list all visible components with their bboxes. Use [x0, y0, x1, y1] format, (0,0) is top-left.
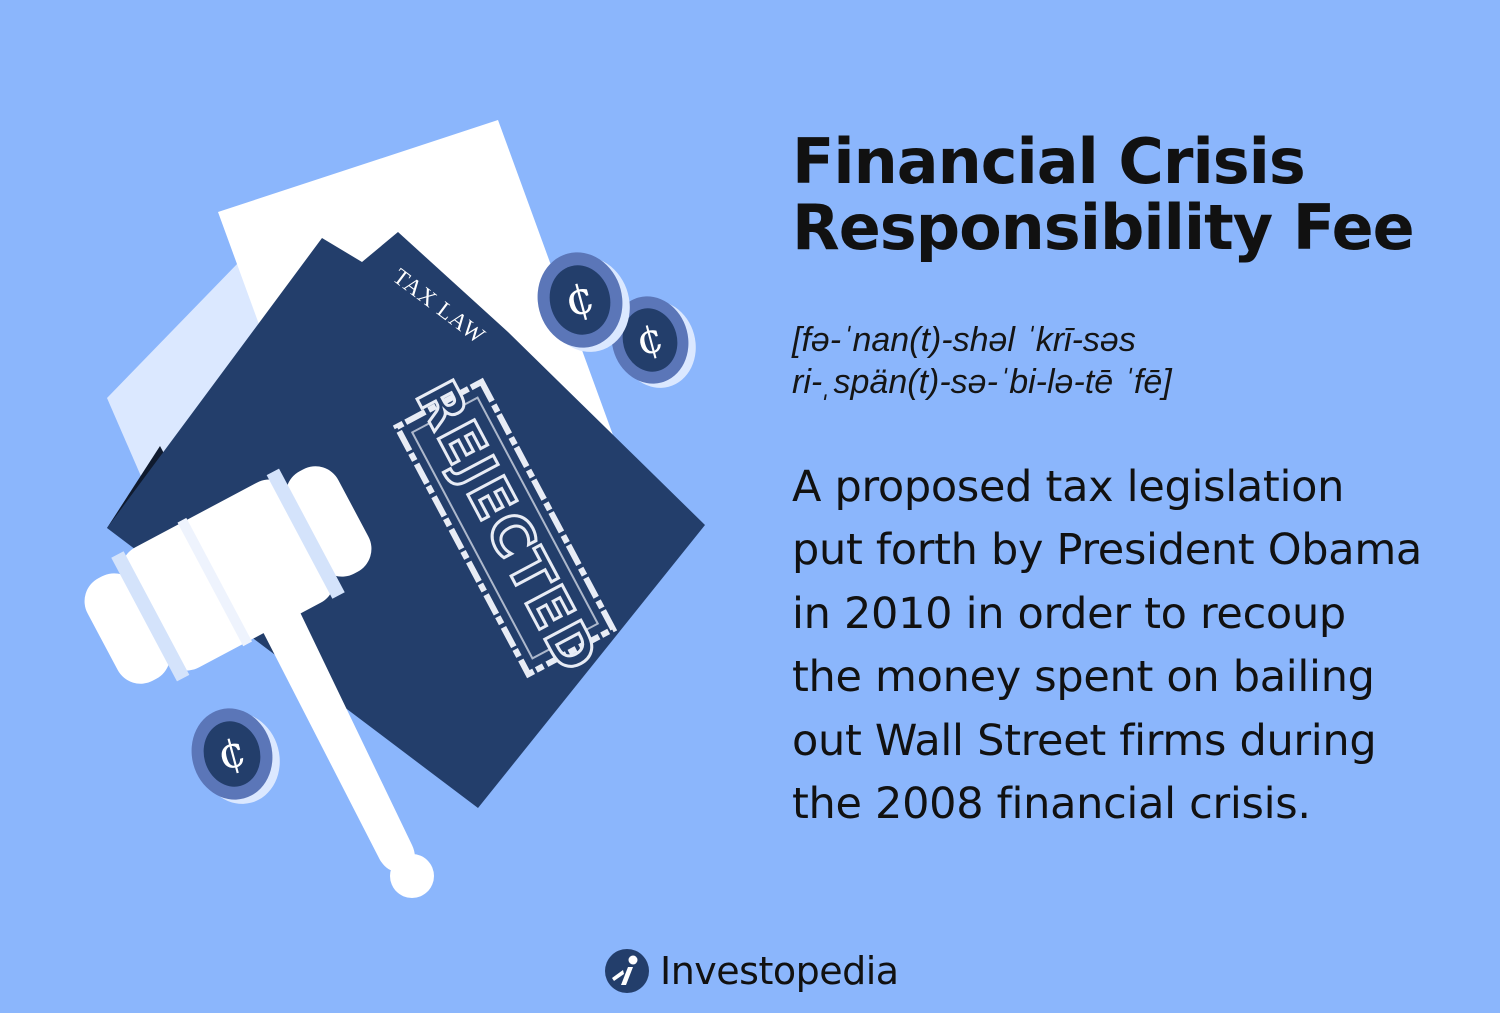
definition-line: A proposed tax legislation [792, 461, 1345, 512]
pronunciation-line: ri-ˌspän(t)-sə-ˈbi-lə-tē ˈfē] [792, 363, 1172, 402]
definition-line: in 2010 in order to recoup [792, 588, 1346, 639]
text-panel: Financial Crisis Responsibility Fee [fə-… [792, 108, 1482, 836]
title-line: Responsibility Fee [792, 191, 1415, 265]
gavel-handle-knob [390, 854, 434, 898]
pronunciation-line: [fə-ˈnan(t)-shəl ˈkrī-səs [792, 320, 1136, 359]
definition-line: the money spent on bailing [792, 652, 1375, 703]
investopedia-logo-icon [605, 949, 649, 993]
definition: A proposed tax legislation put forth by … [792, 456, 1482, 837]
definition-line: the 2008 financial crisis. [792, 778, 1311, 829]
definition-line: put forth by President Obama [792, 525, 1422, 576]
title-line: Financial Crisis [792, 125, 1306, 199]
illustration: TAX LAW REJECTED ¢ ¢ ¢ [84, 120, 705, 898]
definition-line: out Wall Street firms during [792, 715, 1377, 766]
coin-icon: ¢ [191, 708, 280, 804]
brand-logo: Investopedia [604, 944, 899, 998]
brand-name: Investopedia [660, 949, 899, 993]
pronunciation: [fə-ˈnan(t)-shəl ˈkrī-səs ri-ˌspän(t)-sə… [792, 319, 1482, 404]
page-title: Financial Crisis Responsibility Fee [792, 129, 1482, 260]
